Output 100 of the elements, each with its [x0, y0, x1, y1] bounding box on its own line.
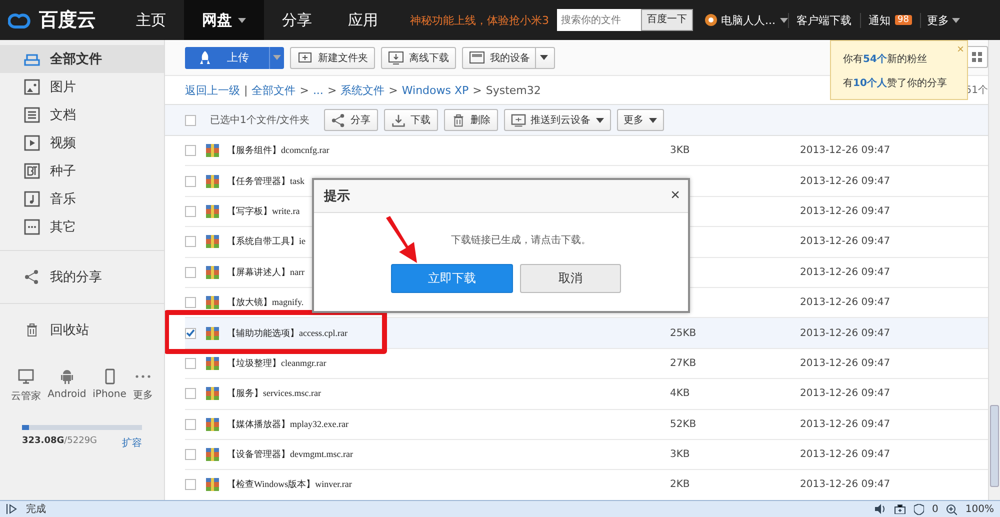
- row-checkbox[interactable]: [185, 145, 196, 156]
- file-date: 2013-12-26 09:47: [800, 449, 890, 460]
- shield-count: 0: [932, 504, 938, 514]
- sidebar-item[interactable]: 种子: [0, 157, 164, 185]
- file-date: 2013-12-26 09:47: [800, 297, 890, 308]
- action-button[interactable]: 更多: [616, 109, 664, 131]
- search-button[interactable]: 百度一下: [641, 9, 693, 31]
- toolbar-button[interactable]: 我的设备: [462, 46, 555, 68]
- upload-button[interactable]: 上传: [185, 46, 284, 68]
- sidebar-item[interactable]: 其它: [0, 213, 164, 241]
- folder-icon: [24, 51, 40, 67]
- sidebar-item[interactable]: 视频: [0, 129, 164, 157]
- nav-tab[interactable]: 主页: [118, 0, 184, 40]
- device-icon: [469, 50, 485, 65]
- expand-link[interactable]: 扩容: [122, 436, 142, 450]
- user-name[interactable]: 电脑人人...: [721, 12, 776, 28]
- sidebar-item[interactable]: 回收站: [0, 316, 164, 344]
- image-icon: [24, 79, 40, 95]
- action-button[interactable]: 分享: [324, 109, 378, 131]
- row-checkbox[interactable]: [185, 266, 196, 278]
- promo-link[interactable]: 神秘功能上线，体验抢小米3: [410, 12, 549, 28]
- action-button[interactable]: 推送到云设备: [504, 109, 611, 131]
- caret-icon: [780, 18, 788, 22]
- row-checkbox[interactable]: [185, 388, 196, 400]
- row-checkbox[interactable]: [185, 358, 196, 369]
- sidebar-item[interactable]: 图片: [0, 73, 164, 101]
- row-checkbox[interactable]: [185, 176, 196, 187]
- action-button[interactable]: 下载: [384, 109, 438, 131]
- breadcrumb-link[interactable]: 全部文件: [252, 82, 296, 98]
- dialog-button[interactable]: 立即下载: [391, 264, 513, 293]
- row-checkbox[interactable]: [185, 206, 196, 217]
- row-checkbox[interactable]: [185, 449, 196, 460]
- shield-icon: [914, 504, 924, 514]
- row-checkbox[interactable]: [185, 418, 196, 430]
- folder-plus-icon: [297, 50, 313, 65]
- toolbar-button[interactable]: 离线下载: [381, 46, 456, 68]
- speaker-icon: [874, 504, 886, 514]
- file-size: 4KB: [670, 388, 691, 400]
- document-icon: [24, 107, 40, 123]
- more-menu[interactable]: 更多: [926, 12, 949, 28]
- sidebar-item[interactable]: 全部文件: [0, 45, 164, 73]
- nav-tab[interactable]: 网盘: [184, 0, 264, 40]
- download-icon: [390, 112, 406, 128]
- file-name[interactable]: 【服务组件】dcomcnfg.rar: [227, 144, 670, 158]
- status-text: 完成: [26, 502, 46, 516]
- device-link[interactable]: iPhone: [92, 368, 126, 403]
- dialog-button[interactable]: 取消: [520, 264, 621, 293]
- toolbar-button[interactable]: 新建文件夹: [290, 46, 375, 68]
- row-checkbox[interactable]: [185, 479, 196, 490]
- archive-icon: [206, 144, 219, 158]
- file-date: 2013-12-26 09:47: [800, 479, 890, 490]
- sidebar-item[interactable]: 我的分享: [0, 263, 164, 291]
- grid-view-button[interactable]: [966, 46, 988, 68]
- row-checkbox[interactable]: [185, 297, 196, 308]
- logo-text: 百度云: [39, 8, 96, 33]
- caret-icon: [273, 55, 281, 60]
- monitor-icon: [17, 368, 36, 386]
- file-size: 27KB: [670, 358, 698, 369]
- breadcrumb-link[interactable]: ...: [312, 84, 324, 96]
- grid-icon: [972, 52, 982, 62]
- device-link[interactable]: 更多: [132, 368, 153, 403]
- file-size: 3KB: [670, 145, 691, 156]
- file-name[interactable]: 【媒体播放器】mplay32.exe.rar: [227, 418, 670, 431]
- storage-text: 323.08G/5229G: [22, 436, 98, 448]
- music-icon: [24, 191, 40, 207]
- nav-tab[interactable]: 应用: [330, 0, 396, 40]
- breadcrumb-current: System32: [486, 84, 541, 96]
- breadcrumb-link[interactable]: Windows XP: [402, 84, 469, 96]
- device-link[interactable]: 云管家: [11, 368, 42, 403]
- notification-text: 你有54个新的粉丝: [843, 52, 928, 66]
- notice-link[interactable]: 通知: [868, 12, 890, 28]
- file-date: 2013-12-26 09:47: [800, 328, 890, 339]
- file-name[interactable]: 【设备管理器】devmgmt.msc.rar: [227, 448, 670, 462]
- sidebar-item[interactable]: 文档: [0, 101, 164, 129]
- file-name[interactable]: 【垃圾整理】cleanmgr.rar: [227, 356, 670, 370]
- row-checkbox[interactable]: [185, 328, 196, 339]
- device-link[interactable]: Android: [48, 368, 86, 403]
- action-button[interactable]: 删除: [444, 109, 498, 131]
- rocket-icon: [199, 50, 211, 64]
- file-name[interactable]: 【检查Windows版本】winver.rar: [227, 478, 670, 492]
- row-checkbox[interactable]: [185, 236, 196, 248]
- scrollbar[interactable]: [988, 40, 1000, 500]
- close-button[interactable]: ×: [670, 187, 680, 205]
- toolbox-icon: [894, 504, 906, 514]
- zoom-level[interactable]: 100%: [965, 504, 994, 514]
- scroll-thumb[interactable]: [990, 405, 999, 487]
- file-date: 2013-12-26 09:47: [800, 388, 890, 400]
- zoom-icon: [946, 504, 958, 514]
- video-icon: [24, 135, 40, 151]
- sidebar-item[interactable]: 音乐: [0, 185, 164, 213]
- play-icon: [6, 504, 18, 514]
- select-all-checkbox[interactable]: [185, 114, 196, 126]
- file-name[interactable]: 【辅助功能选项】access.cpl.rar: [227, 326, 670, 340]
- trash-icon: [24, 322, 40, 338]
- breadcrumb-link[interactable]: 系统文件: [340, 82, 385, 98]
- file-name[interactable]: 【服务】services.msc.rar: [227, 387, 670, 400]
- nav-tab[interactable]: 分享: [264, 0, 330, 40]
- search-field[interactable]: 搜索你的文件 百度一下: [557, 9, 693, 31]
- back-link[interactable]: 返回上一级: [185, 82, 240, 98]
- client-download-link[interactable]: 客户端下载: [788, 12, 860, 28]
